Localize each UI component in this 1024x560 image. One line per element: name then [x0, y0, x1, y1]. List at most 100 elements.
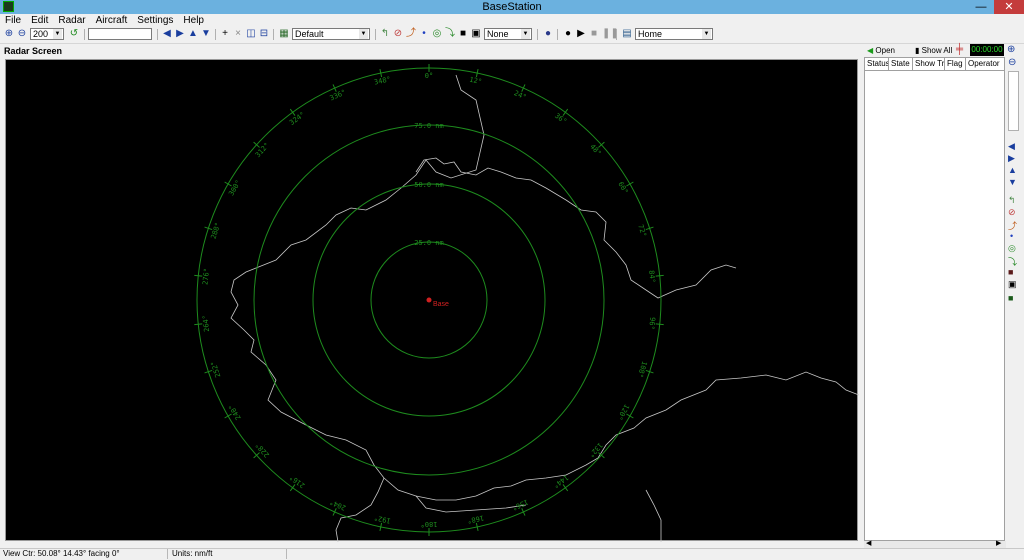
record-icon[interactable]: ● [562, 28, 574, 40]
minimize-button[interactable]: — [968, 0, 994, 14]
route-icon[interactable]: ⤵ [444, 28, 456, 40]
table-header: Status State Show Trail Flag Operator [865, 58, 1004, 71]
aircraft-table[interactable]: Status State Show Trail Flag Operator [864, 57, 1005, 541]
radar-screen-label: Radar Screen [4, 46, 63, 56]
pan-down-icon[interactable]: ▼ [1008, 177, 1017, 187]
close-button[interactable]: ✕ [994, 0, 1024, 14]
aircraft-list-icon[interactable]: ↰ [379, 28, 391, 40]
zoom-in-icon[interactable]: ⊕ [3, 28, 15, 40]
chevron-down-icon: ▼ [53, 29, 62, 39]
pan-left-icon[interactable]: ◀ [1008, 141, 1015, 152]
split-vertical-icon[interactable]: ◫ [245, 28, 257, 40]
dot-icon[interactable]: • [1010, 231, 1013, 241]
location-value: Home [638, 29, 663, 39]
aircraft-list-icon[interactable]: ↰ [1008, 195, 1016, 206]
column-state[interactable]: State [889, 58, 913, 70]
layout-icon[interactable]: ▦ [278, 28, 290, 40]
scroll-right-icon[interactable]: ▶ [996, 539, 1001, 547]
pan-left-icon[interactable]: ◀ [161, 28, 173, 40]
zoom-slider[interactable] [1008, 71, 1019, 131]
add-icon[interactable]: + [219, 28, 231, 40]
map-icon[interactable]: ■ [1008, 293, 1013, 303]
chevron-down-icon: ▼ [359, 29, 368, 39]
bearing-label: 72° [636, 224, 648, 239]
bearing-label: 264° [201, 315, 211, 333]
side-toolbar: ⊖ ◀ ▶ ▲ ▼ ↰ ⊘ ⤴ • ◎ ⤵ ■ ▣ ■ [1006, 57, 1022, 541]
play-icon[interactable]: ▶ [575, 28, 587, 40]
overlay-select[interactable]: None ▼ [484, 28, 532, 40]
pan-up-icon[interactable]: ▲ [1008, 165, 1017, 175]
bearing-label: 24° [513, 89, 528, 101]
menu-settings[interactable]: Settings [132, 14, 178, 27]
map-icon[interactable]: ▤ [621, 28, 633, 40]
pan-right-icon[interactable]: ▶ [1008, 153, 1015, 164]
open-label: Open [875, 46, 895, 55]
zoom-out-icon[interactable]: ⊖ [1008, 57, 1020, 69]
bearing-tick [289, 108, 296, 116]
pan-down-icon[interactable]: ▼ [200, 28, 212, 40]
menu-file[interactable]: File [0, 14, 26, 27]
border-line [230, 74, 859, 501]
menu-help[interactable]: Help [178, 14, 209, 27]
menu-radar[interactable]: Radar [53, 14, 90, 27]
bearing-label: 348° [373, 75, 391, 86]
column-status[interactable]: Status [865, 58, 889, 70]
bearing-tick [655, 274, 664, 277]
pan-up-icon[interactable]: ▲ [187, 28, 199, 40]
delete-icon[interactable]: × [232, 28, 244, 40]
column-operator[interactable]: Operator [966, 58, 1004, 70]
menu-edit[interactable]: Edit [26, 14, 53, 27]
title-bar: BaseStation — ✕ [0, 0, 1024, 14]
toolbar-separator [273, 29, 274, 40]
show-all-label: Show All [921, 46, 953, 55]
range-value: 200 [33, 29, 49, 39]
zoom-out-icon[interactable]: ⊖ [16, 28, 28, 40]
bearing-tick [655, 323, 664, 326]
split-horizontal-icon[interactable]: ⊟ [258, 28, 270, 40]
menu-aircraft[interactable]: Aircraft [91, 14, 133, 27]
bearing-label: 108° [636, 360, 649, 379]
bearing-label: 132° [587, 441, 604, 459]
show-all-button[interactable]: ▮ Show All [915, 45, 955, 56]
black-square-icon[interactable]: ■ [457, 28, 469, 40]
column-flag[interactable]: Flag [945, 58, 966, 70]
crosshair-icon[interactable]: ╪ [956, 44, 966, 56]
target-icon[interactable]: ◎ [431, 28, 443, 40]
rotation-slider[interactable] [88, 28, 152, 40]
status-bar: View Ctr: 50.08° 14.43° facing 0° Units:… [0, 548, 1024, 560]
layout-select[interactable]: Default ▼ [292, 28, 370, 40]
radar-screen[interactable]: 0° 12° 24° 36° 48° 60° 72° 84° 96° 108° 120° 132° 14… [5, 59, 859, 542]
location-select[interactable]: Home ▼ [635, 28, 713, 40]
base-label: Base [433, 301, 449, 308]
range-labels: 25.0 nm 50.0 nm 75.0 nm [414, 122, 444, 247]
green-arrow-icon: ◀ [867, 46, 874, 55]
toolbar-separator [557, 29, 558, 40]
chevron-down-icon: ▼ [702, 29, 711, 39]
filter-icon[interactable]: ⊘ [392, 28, 404, 40]
open-button[interactable]: ◀ Open [867, 45, 897, 56]
menu-bar: File Edit Radar Aircraft Settings Help [0, 14, 1024, 27]
zoom-in-icon[interactable]: ⊕ [1007, 44, 1019, 56]
bearing-tick [626, 181, 634, 187]
pan-right-icon[interactable]: ▶ [174, 28, 186, 40]
trail-icon[interactable]: ⤴ [405, 28, 417, 40]
target-icon[interactable]: ◎ [1008, 243, 1016, 254]
image-icon[interactable]: ▣ [470, 28, 482, 40]
stop-icon[interactable]: ■ [588, 28, 600, 40]
bearing-label: 288° [210, 222, 223, 241]
scroll-left-icon[interactable]: ◀ [866, 539, 871, 547]
filter-icon[interactable]: ⊘ [1008, 207, 1016, 218]
column-show-trail[interactable]: Show Trail [913, 58, 945, 70]
units-status: Units: nm/ft [168, 549, 287, 559]
border-line [415, 157, 737, 299]
bearing-label: 60° [616, 181, 629, 196]
globe-icon[interactable]: ● [542, 28, 554, 40]
chevron-down-icon: ▼ [521, 29, 530, 39]
reset-icon[interactable]: ↺ [68, 28, 80, 40]
aircraft-panel-toolbar: ◀ Open ▮ Show All ╪ 00:00:00 ⊕ [864, 44, 1024, 57]
dot-icon[interactable]: • [418, 28, 430, 40]
range-select[interactable]: 200 ▼ [30, 28, 64, 40]
black-square-icon[interactable]: ■ [1008, 267, 1013, 277]
pause-icon[interactable]: ❚❚ [601, 28, 619, 40]
image-icon[interactable]: ▣ [1008, 279, 1017, 290]
